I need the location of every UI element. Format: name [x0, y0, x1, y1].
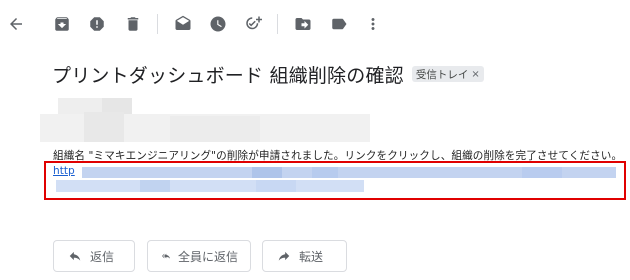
toolbar: [0, 0, 630, 48]
forward-label: 転送: [299, 249, 324, 264]
reply-label: 返信: [90, 249, 115, 264]
add-task-icon[interactable]: [242, 13, 264, 35]
reply-all-button[interactable]: 全員に返信: [147, 240, 251, 272]
email-subject: プリントダッシュボード 組織削除の確認: [52, 64, 404, 87]
snooze-icon[interactable]: [207, 13, 229, 35]
mark-unread-icon[interactable]: [172, 13, 194, 35]
subject-row: プリントダッシュボード 組織削除の確認 受信トレイ ×: [52, 60, 484, 88]
archive-icon[interactable]: [51, 13, 73, 35]
back-icon[interactable]: [5, 13, 27, 35]
reply-all-label: 全員に返信: [177, 249, 238, 264]
reply-button[interactable]: 返信: [53, 240, 135, 272]
forward-button[interactable]: 転送: [262, 240, 347, 272]
reply-icon: [69, 251, 81, 261]
inbox-label-chip[interactable]: 受信トレイ ×: [411, 66, 484, 82]
label-chip-text: 受信トレイ: [415, 68, 469, 81]
label-chip-close-icon[interactable]: ×: [471, 69, 479, 80]
forward-icon: [278, 251, 290, 261]
label-icon[interactable]: [328, 13, 350, 35]
toolbar-divider: [157, 14, 158, 34]
move-to-icon[interactable]: [292, 13, 314, 35]
more-icon[interactable]: [362, 13, 384, 35]
report-spam-icon[interactable]: [86, 13, 108, 35]
reply-all-icon: [162, 253, 170, 259]
redacted-sender-info: [40, 98, 370, 144]
highlight-annotation-box: [44, 161, 626, 200]
delete-icon[interactable]: [122, 13, 144, 35]
toolbar-divider: [277, 14, 278, 34]
